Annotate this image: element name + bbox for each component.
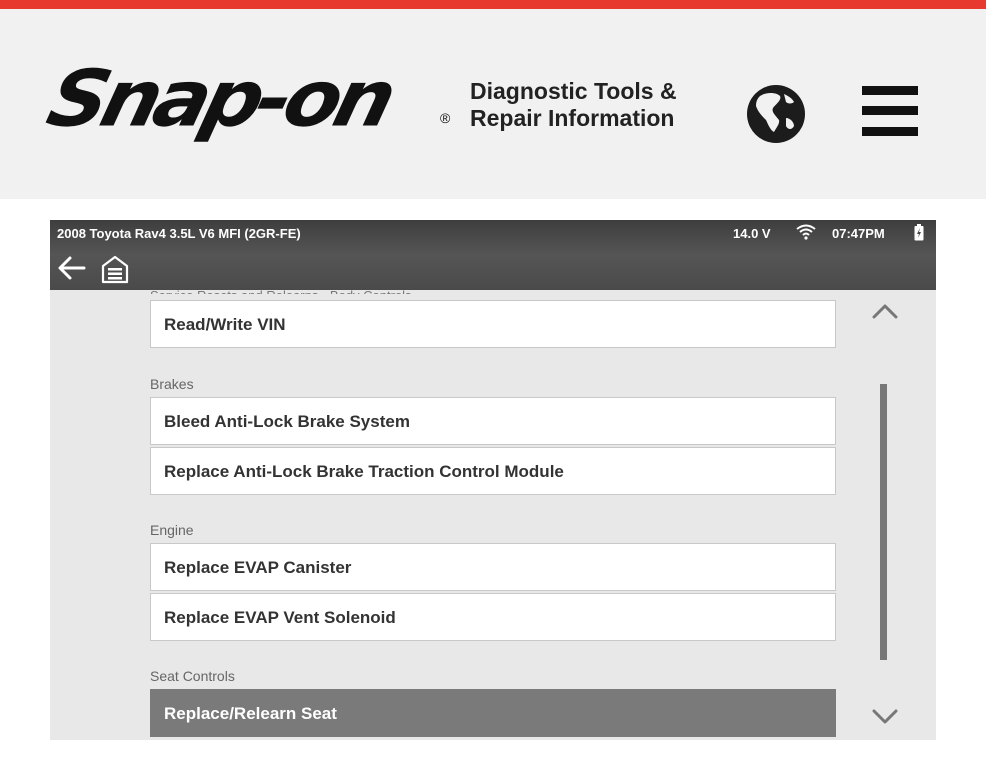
battery-icon [914,224,924,241]
vehicle-info: 2008 Toyota Rav4 3.5L V6 MFI (2GR-FE) [57,226,301,241]
section-label-engine: Engine [150,522,194,538]
home-garage-icon[interactable] [100,254,130,284]
list-item-read-write-vin[interactable]: Read/Write VIN [150,300,836,348]
list-item-replace-relearn-seat[interactable]: Replace/Relearn Seat [150,689,836,737]
scrollbar-thumb[interactable] [880,384,887,660]
clock: 07:47PM [832,226,885,241]
snap-on-logo[interactable]: Snap-on [39,54,460,146]
hamburger-menu-icon[interactable] [862,86,918,142]
battery-voltage: 14.0 V [733,226,771,241]
top-accent-bar [0,0,986,9]
tagline-line-1: Diagnostic Tools & [470,78,677,104]
back-arrow-icon[interactable] [56,255,86,281]
wifi-icon [796,224,816,240]
list-item-replace-evap-vent-solenoid[interactable]: Replace EVAP Vent Solenoid [150,593,836,641]
section-label-seat-controls: Seat Controls [150,668,235,684]
logo-wordmark: Snap-on [38,54,400,145]
scroll-down-chevron-icon[interactable] [870,708,900,726]
scan-tool-screen: 2008 Toyota Rav4 3.5L V6 MFI (2GR-FE) 14… [50,220,936,740]
registered-mark: ® [440,110,451,126]
tagline: Diagnostic Tools & Repair Information [470,78,677,132]
list-item-bleed-abs[interactable]: Bleed Anti-Lock Brake System [150,397,836,445]
section-label-brakes: Brakes [150,376,194,392]
scroll-up-chevron-icon[interactable] [870,302,900,320]
list-item-replace-abs-tcm[interactable]: Replace Anti-Lock Brake Traction Control… [150,447,836,495]
status-bar: 2008 Toyota Rav4 3.5L V6 MFI (2GR-FE) 14… [50,220,936,290]
partial-section-heading: Service Resets and Relearns - Body Contr… [150,282,412,294]
list-item-replace-evap-canister[interactable]: Replace EVAP Canister [150,543,836,591]
tagline-line-2: Repair Information [470,105,675,131]
globe-icon[interactable] [746,84,806,144]
